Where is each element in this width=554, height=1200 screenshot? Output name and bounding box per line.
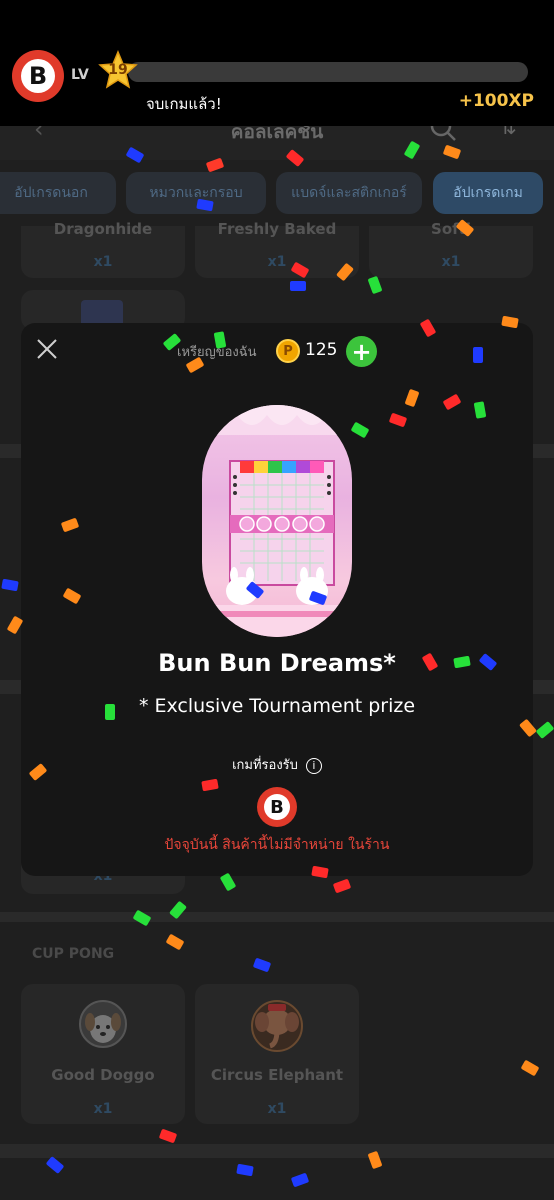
confetti-piece: [166, 934, 184, 950]
card-quantity: x1: [93, 1101, 113, 1117]
bun-bun-board-image: [202, 405, 352, 637]
card-name: Freshly Baked: [217, 220, 337, 238]
confetti-piece: [536, 721, 554, 739]
unavailable-notice: ปัจจุบันนี้ สินค้านี้ไม่มีจำหน่าย ในร้าน: [164, 837, 390, 853]
confetti-piece: [368, 276, 382, 294]
collection-card-circus-elephant[interactable]: Circus Elephant x1: [195, 984, 359, 1124]
section-divider: [0, 1144, 554, 1158]
supported-games-label: เกมที่รองรับ: [232, 758, 298, 773]
card-name: Dragonhide: [53, 220, 153, 238]
confetti-piece: [159, 1129, 177, 1143]
card-quantity: x1: [267, 1101, 287, 1117]
coin-count: 125: [305, 340, 338, 360]
confetti-piece: [291, 1173, 309, 1187]
card-name: Circus Elephant: [210, 1066, 344, 1084]
game-finished-message: จบเกมแล้ว!: [146, 95, 222, 113]
collection-card[interactable]: Freshly Baked x1: [195, 220, 359, 278]
confetti-piece: [236, 1164, 254, 1176]
prize-subtitle: * Exclusive Tournament prize: [138, 695, 416, 717]
section-divider: [0, 912, 554, 922]
xp-gain: +100XP: [458, 91, 534, 111]
confetti-piece: [253, 958, 271, 972]
card-name: Good Doggo: [51, 1066, 155, 1084]
level-label: LV: [71, 67, 89, 83]
supported-game-logo: B: [257, 787, 297, 827]
card-name: Softi: [431, 220, 471, 238]
my-coins-label: เหรียญของฉัน: [177, 345, 257, 360]
card-quantity: x1: [267, 254, 287, 270]
section-title-cup-pong: CUP PONG: [32, 946, 115, 962]
collection-card[interactable]: Softi x1: [369, 220, 533, 278]
dog-icon: [79, 1000, 127, 1048]
card-quantity: x1: [441, 254, 461, 270]
level-number: 19: [108, 62, 128, 78]
xp-progress-bar: [128, 62, 528, 82]
card-quantity: x1: [93, 254, 113, 270]
item-detail-modal: เหรียญของฉัน P 125 + Bun Bun Dreams* * E…: [21, 323, 533, 876]
screen: ‹ คอลเลคชัน ⇅ อัปเกรดนอก หมวกและกรอบ แบด…: [0, 0, 554, 1200]
game-result-bar: B LV 19 จบเกมแล้ว! +100XP: [0, 0, 554, 126]
supported-games-row: เกมที่รองรับ i: [21, 754, 533, 775]
prize-artwork: [202, 405, 352, 637]
close-icon[interactable]: [35, 337, 59, 361]
elephant-icon: [251, 1000, 303, 1052]
confetti-piece: [333, 879, 351, 893]
prize-title: Bun Bun Dreams*: [158, 649, 396, 677]
collection-card[interactable]: Dragonhide x1: [21, 220, 185, 278]
confetti-piece: [290, 281, 306, 291]
confetti-piece: [521, 1060, 539, 1076]
tab-hats-frames[interactable]: หมวกและกรอบ: [126, 172, 266, 214]
category-tabs: อัปเกรดนอก หมวกและกรอบ แบดจ์และสติกเกอร์…: [0, 160, 554, 226]
tab-badges-stickers[interactable]: แบดจ์และสติกเกอร์: [276, 172, 422, 214]
info-icon[interactable]: i: [305, 757, 322, 774]
collection-card-good-doggo[interactable]: Good Doggo x1: [21, 984, 185, 1124]
confetti-piece: [1, 579, 19, 591]
tab-outside-upgrades[interactable]: อัปเกรดนอก: [0, 172, 116, 214]
add-coins-button[interactable]: +: [346, 336, 377, 367]
confetti-piece: [46, 1156, 64, 1174]
coin-icon: P: [276, 339, 300, 363]
tab-game-upgrades[interactable]: อัปเกรดเกม: [433, 172, 543, 214]
app-logo: B: [12, 50, 64, 102]
